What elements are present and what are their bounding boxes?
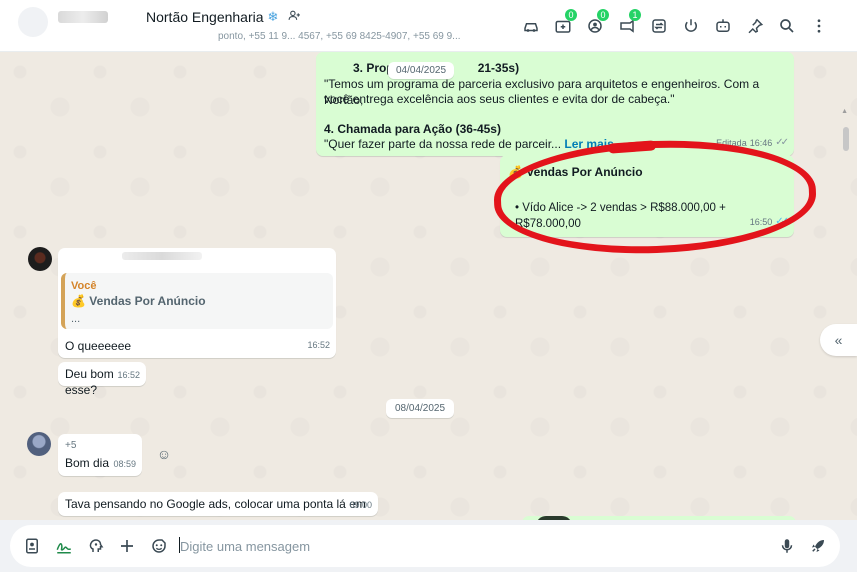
message-time: 08:59 xyxy=(113,459,136,469)
message-meta: Editada 16:46 ✓✓ xyxy=(716,135,789,151)
power-icon[interactable] xyxy=(675,14,707,38)
message-time: 16:52 xyxy=(117,370,140,380)
message-time: 09:00 xyxy=(349,500,372,510)
incoming-message[interactable]: +5 Bom dia 08:59 xyxy=(58,434,142,476)
message-time: 16:46 xyxy=(749,138,773,148)
money-bag-icon: 💰 xyxy=(71,294,86,308)
ai-assistant-icon[interactable] xyxy=(86,536,106,556)
search-icon[interactable] xyxy=(771,14,803,38)
channels-badge: 1 xyxy=(629,9,641,21)
status-icon[interactable]: 0 xyxy=(579,9,611,38)
transfer-icon[interactable] xyxy=(643,14,675,38)
bot-icon[interactable] xyxy=(707,14,739,38)
chat-title[interactable]: Nortão Engenharia ❄ xyxy=(146,9,301,25)
message-text: "Quer fazer parte da nossa rede de parce… xyxy=(324,137,562,151)
car-icon[interactable] xyxy=(515,14,547,38)
message-line: você entrega excelência aos seus cliente… xyxy=(324,92,675,106)
read-more-link[interactable]: Ler mais xyxy=(564,137,613,151)
message-meta: 16:50 ✓✓ xyxy=(749,214,789,230)
participants-subtitle: ponto, +55 11 9... 4567, +55 69 8425-490… xyxy=(218,31,461,42)
communities-badge: 0 xyxy=(565,9,577,21)
chat-header: Nortão Engenharia ❄ ponto, +55 11 9... 4… xyxy=(0,0,857,52)
expand-panel-button[interactable]: « xyxy=(820,324,857,356)
microphone-icon[interactable] xyxy=(777,536,797,556)
message-text: Tava pensando no Google ads, colocar uma… xyxy=(65,497,366,511)
incoming-message[interactable]: Deu bom esse? 16:52 xyxy=(58,362,146,397)
blurred-sender-name xyxy=(122,252,202,260)
edited-label: Editada xyxy=(716,138,747,148)
contact-avatar[interactable] xyxy=(18,7,48,37)
message-text: Bom dia xyxy=(65,456,110,470)
contact-card-icon[interactable] xyxy=(22,536,42,556)
incoming-message[interactable]: Você 💰 Vendas Por Anúncio ... O queeeeee… xyxy=(58,248,336,358)
scrollbar-thumb[interactable] xyxy=(843,127,849,151)
attach-plus-icon[interactable] xyxy=(117,536,137,556)
quote-ellipsis: ... xyxy=(71,313,81,325)
double-chevron-left-icon: « xyxy=(834,332,843,348)
message-time: 16:52 xyxy=(307,340,330,350)
message-time: 16:50 xyxy=(749,217,773,227)
message-title-text: Vendas Por Anúncio xyxy=(526,165,643,179)
contact-name: Nortão Engenharia xyxy=(146,9,264,25)
rocket-icon[interactable] xyxy=(808,536,828,556)
message-heading: 4. Chamada para Ação (36-45s) xyxy=(324,122,501,136)
money-bag-icon: 💰 xyxy=(508,165,523,179)
double-check-icon: ✓✓ xyxy=(775,137,789,148)
header-toolbar: 0 0 1 xyxy=(515,9,835,38)
composer-box xyxy=(10,525,840,567)
floating-date-chip: 04/04/2025 xyxy=(388,62,455,79)
quote-author: Você xyxy=(71,280,97,292)
pin-icon[interactable] xyxy=(739,14,771,38)
date-separator: 08/04/2025 xyxy=(386,399,455,418)
sender-avatar[interactable] xyxy=(28,247,52,271)
status-badge: 0 xyxy=(597,9,609,21)
message-text: O queeeeee xyxy=(65,339,132,353)
snowflake-icon: ❄ xyxy=(267,9,279,24)
composer-bar xyxy=(0,520,857,572)
incoming-message[interactable]: Tava pensando no Google ads, colocar uma… xyxy=(58,492,378,516)
communities-icon[interactable]: 0 xyxy=(547,9,579,38)
heading-suffix: 21-35s) xyxy=(477,61,520,75)
quote-title: 💰 Vendas Por Anúncio xyxy=(71,293,206,309)
scroll-up-arrow-icon[interactable]: ▲ xyxy=(841,108,848,115)
quoted-message[interactable]: Você 💰 Vendas Por Anúncio ... xyxy=(61,273,333,329)
sender-avatar[interactable] xyxy=(27,432,51,456)
signature-icon[interactable] xyxy=(54,536,74,556)
blurred-contact-label xyxy=(58,11,108,23)
message-list[interactable]: 3. Proposta 21-35s) "Temos um programa d… xyxy=(0,52,857,520)
outgoing-message[interactable]: 💰 Vendas Por Anúncio • Vído Alice -> 2 v… xyxy=(500,155,794,237)
read-receipt-icon: ✓✓ xyxy=(775,216,789,227)
message-line: "Quer fazer parte da nossa rede de parce… xyxy=(324,136,614,152)
channels-icon[interactable]: 1 xyxy=(611,9,643,38)
more-options-icon[interactable] xyxy=(803,14,835,38)
message-title: 💰 Vendas Por Anúncio xyxy=(508,164,643,180)
add-participant-icon[interactable] xyxy=(288,9,301,25)
sticker-icon[interactable] xyxy=(149,536,169,556)
emoji-react-icon[interactable]: ☺ xyxy=(156,446,172,462)
quote-title-text: Vendas Por Anúncio xyxy=(89,294,206,308)
message-input[interactable] xyxy=(180,537,770,555)
sender-phone[interactable]: +5 xyxy=(65,438,76,454)
